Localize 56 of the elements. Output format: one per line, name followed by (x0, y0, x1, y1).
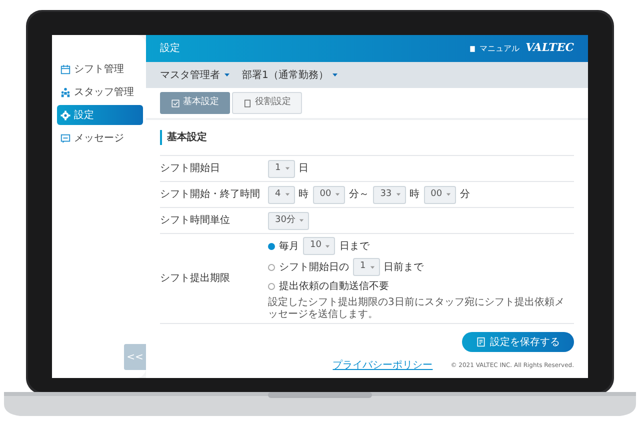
dropdown[interactable]: 00 (424, 186, 456, 204)
caret-icon (332, 72, 338, 78)
field-text: 時 (298, 188, 309, 202)
radio-button[interactable] (268, 264, 275, 270)
field-text: 提出依頼の自動送信不要 (279, 280, 389, 294)
dropdown[interactable]: 33 (373, 186, 406, 204)
tab[interactable]: 役割設定 (232, 92, 302, 114)
save-icon (476, 337, 486, 347)
sidebar-item[interactable]: スタッフ管理 (57, 82, 143, 102)
field-text: 分～ (349, 188, 370, 202)
caret-icon (335, 192, 340, 197)
radio-button[interactable] (268, 283, 275, 290)
field-text: 時 (410, 188, 420, 202)
radio-button[interactable] (268, 242, 275, 250)
section-heading: 基本設定 (160, 130, 574, 145)
dropdown[interactable]: 30分 (268, 212, 310, 230)
save-button[interactable]: 設定を保存する (462, 332, 574, 352)
field-label: シフト開始日 (160, 162, 221, 176)
manual-link[interactable]: マニュアル (468, 42, 520, 54)
dropdown[interactable]: 10 (303, 237, 336, 255)
sidebar-item[interactable]: 設定 (57, 105, 143, 125)
dropdown[interactable]: 1 (268, 160, 295, 178)
privacy-link[interactable]: プライバシーポリシー (332, 358, 433, 373)
field-label: シフト開始・終了時間 (160, 188, 261, 202)
caret-icon (299, 218, 304, 223)
caret-icon (325, 244, 330, 248)
caret-icon (370, 264, 375, 270)
caret-icon (396, 192, 401, 197)
field-text: 分 (460, 188, 470, 202)
caret-icon (446, 192, 452, 197)
field-text: 日まで (339, 240, 370, 254)
sidebar-item[interactable]: メッセージ (57, 128, 143, 148)
caret-icon (284, 166, 290, 171)
field-label: シフト時間単位 (160, 214, 231, 228)
dropdown[interactable]: 4 (268, 186, 295, 204)
filter-dropdown[interactable]: マスタ管理者 (160, 68, 230, 82)
field-text: 毎月 (279, 240, 299, 254)
field-label: シフト提出期限 (160, 272, 231, 286)
field-text: 日前まで (384, 260, 424, 274)
caret-icon (284, 192, 290, 197)
field-text: シフト開始日の (279, 260, 349, 274)
message-icon (60, 132, 71, 144)
filter-dropdown[interactable]: 部署1（通常勤務） (242, 68, 338, 82)
checkbox-icon (171, 98, 180, 108)
calendar-icon (60, 64, 71, 74)
square-icon (243, 98, 252, 108)
people-icon (60, 86, 71, 98)
dropdown[interactable]: 1 (353, 258, 380, 276)
help-text: 設定したシフト提出期限の3日前にスタッフ宛にシフト提出依頼メッセージを送信します。 (268, 297, 566, 320)
logo: VALTEC (526, 40, 574, 56)
caret-icon (224, 72, 230, 78)
dropdown[interactable]: 00 (312, 186, 346, 204)
field-text: 日 (298, 162, 309, 176)
page-title: 設定 (160, 42, 180, 56)
gear-icon (60, 110, 71, 120)
sidebar-item[interactable]: シフト管理 (57, 59, 143, 79)
